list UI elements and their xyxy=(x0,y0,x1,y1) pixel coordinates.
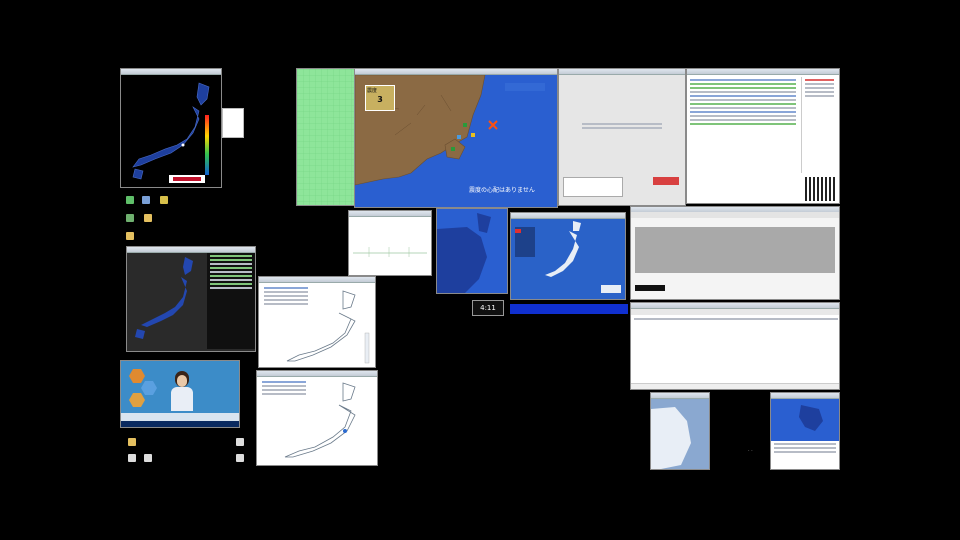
small-dots: · · xyxy=(748,448,753,454)
recycle-bin-icon[interactable] xyxy=(126,196,134,204)
log-panel xyxy=(207,253,255,349)
status-bar xyxy=(631,383,839,389)
earthquake-map-window[interactable]: 震度 3 震度の心配はありません xyxy=(354,68,558,208)
hex-graphics xyxy=(125,367,159,411)
document-icon[interactable] xyxy=(128,438,136,446)
info-label: 震度 xyxy=(367,88,378,94)
earthquake-log-window[interactable] xyxy=(126,246,256,352)
news-broadcast-window[interactable] xyxy=(120,360,240,428)
lower-third-bar xyxy=(121,413,239,421)
seismic-monitor-window[interactable] xyxy=(120,68,222,188)
japan-map-small xyxy=(135,257,193,339)
grid-pattern xyxy=(297,69,355,205)
text-log-window[interactable] xyxy=(686,68,840,204)
gray-canvas xyxy=(635,227,835,273)
forecast-blue-bar xyxy=(510,304,628,314)
gray-panel-window[interactable] xyxy=(630,206,840,300)
red-gauge xyxy=(653,177,679,185)
log-text xyxy=(687,77,799,197)
title-bar[interactable] xyxy=(687,69,839,75)
forecast-map-window[interactable] xyxy=(510,212,626,300)
small-popup[interactable] xyxy=(222,108,244,138)
hokkaido-map xyxy=(771,399,839,441)
qr-code xyxy=(805,177,835,201)
folder-icon[interactable] xyxy=(126,232,134,240)
no-tsunami-message: 震度の心配はありません xyxy=(469,187,535,194)
dialog-options[interactable] xyxy=(563,177,623,197)
waveform-graph xyxy=(353,247,427,257)
quake-info-box: 震度 3 xyxy=(365,85,395,111)
presenter-image xyxy=(167,367,197,411)
app-icon[interactable] xyxy=(160,196,168,204)
side-list[interactable] xyxy=(801,77,837,173)
document-icon[interactable] xyxy=(236,454,244,462)
news-text xyxy=(771,441,839,465)
intensity-map-window-1[interactable] xyxy=(258,276,376,368)
info-value: 3 xyxy=(377,95,383,104)
japan-map-dark xyxy=(132,82,210,183)
japan-outline-map xyxy=(284,382,356,458)
green-grid-window[interactable] xyxy=(296,68,356,206)
table-row[interactable] xyxy=(631,317,839,321)
weather-news-window[interactable] xyxy=(770,392,840,470)
desktop: 震度 3 震度の心配はありません 4:11 · · xyxy=(120,68,840,470)
clock-time: 4:11 xyxy=(480,304,496,312)
table-header xyxy=(631,309,839,315)
dialog-text xyxy=(579,121,665,131)
snow-map xyxy=(651,399,709,469)
folder-icon[interactable] xyxy=(144,214,152,222)
folder-icon[interactable] xyxy=(126,214,134,222)
document-icon[interactable] xyxy=(236,438,244,446)
black-input[interactable] xyxy=(635,285,665,291)
satellite-view-window[interactable] xyxy=(650,392,710,470)
tohoku-map xyxy=(437,209,507,293)
clock-widget: 4:11 xyxy=(472,300,504,316)
document-icon[interactable] xyxy=(128,454,136,462)
ticker-bar xyxy=(121,421,239,427)
waveform-window[interactable] xyxy=(348,210,432,276)
app-icon[interactable] xyxy=(142,196,150,204)
title-bar[interactable] xyxy=(559,69,685,75)
japan-outline-map xyxy=(286,290,370,364)
intensity-map-window-2[interactable] xyxy=(256,370,378,466)
japan-blue-map-window[interactable] xyxy=(436,208,508,294)
forecast-map xyxy=(511,219,625,299)
toolbar[interactable] xyxy=(631,212,839,218)
data-table-window[interactable] xyxy=(630,302,840,390)
document-icon[interactable] xyxy=(144,454,152,462)
gray-dialog-window[interactable] xyxy=(558,68,686,206)
